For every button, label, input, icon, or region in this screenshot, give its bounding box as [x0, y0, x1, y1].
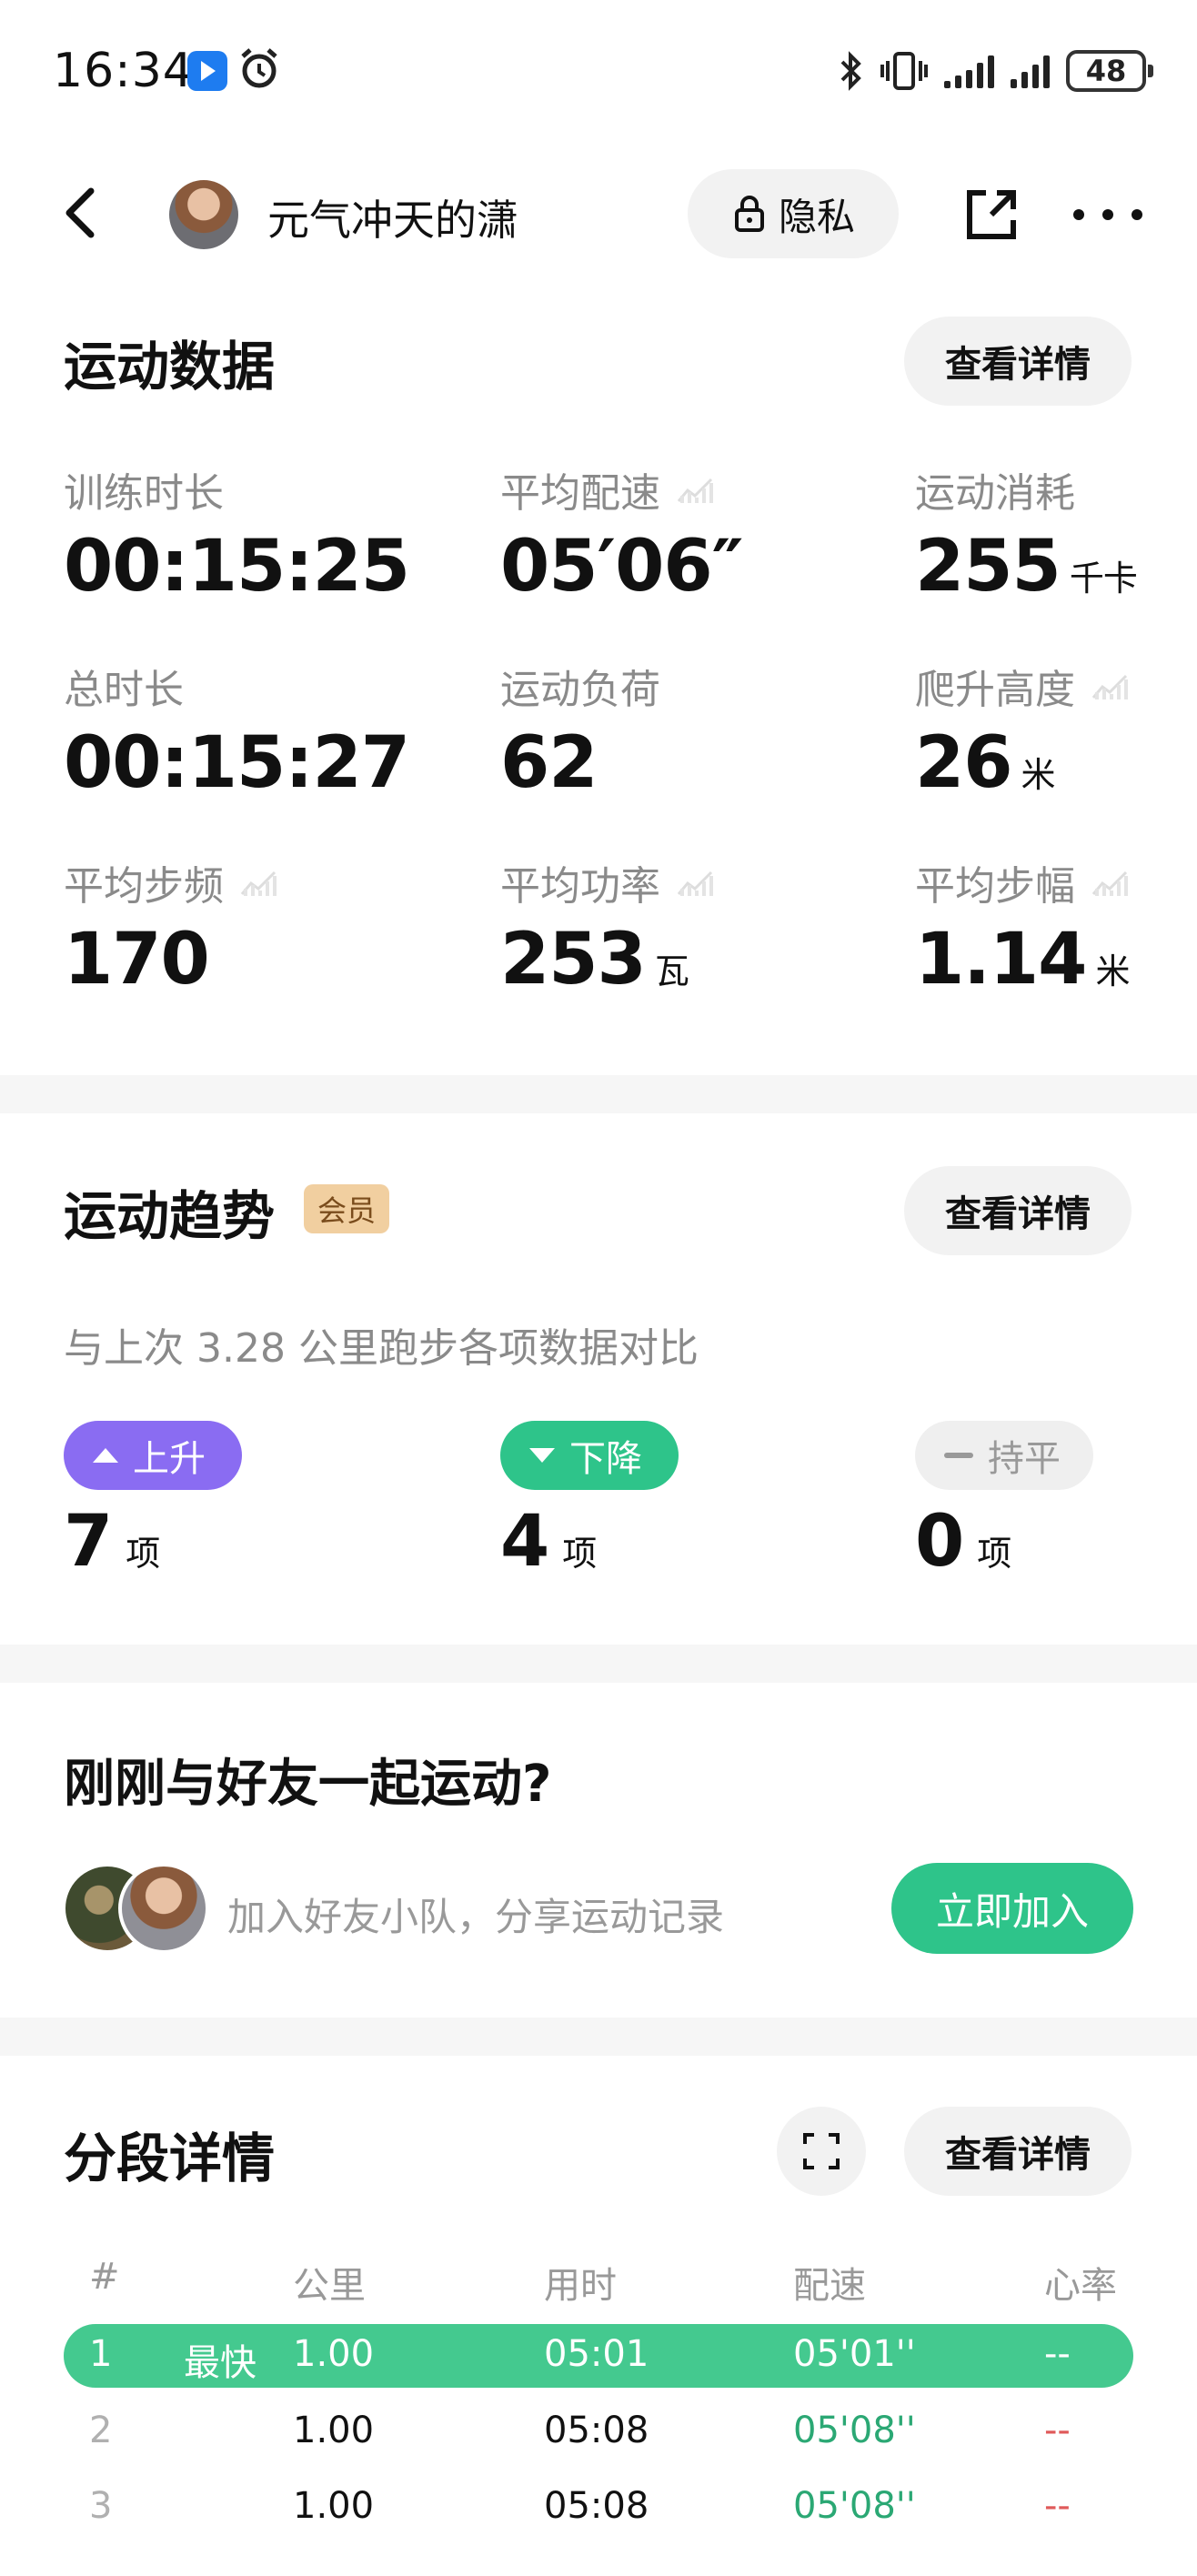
back-icon[interactable] [49, 180, 115, 246]
join-button[interactable]: 立即加入 [891, 1863, 1133, 1954]
vibrate-icon [880, 52, 928, 90]
trend-up-pill: 上升 [64, 1421, 242, 1490]
row-pace: 05'08'' [793, 2410, 916, 2451]
row-time: 05:08 [544, 2410, 649, 2451]
row-pace: 05'01'' [793, 2333, 916, 2375]
fullscreen-icon [803, 2133, 840, 2169]
minus-icon [944, 1453, 973, 1458]
row-km: 1.00 [293, 2485, 375, 2527]
sport-data-title: 运动数据 [64, 336, 276, 397]
table-row[interactable]: 1 最快 1.00 05:01 05'01'' -- [64, 2324, 1133, 2388]
column-header: 心率 [1044, 2265, 1117, 2307]
alarm-icon [241, 48, 277, 88]
row-hr: -- [1044, 2410, 1071, 2451]
signal-icon [944, 54, 994, 88]
row-hr: -- [1044, 2333, 1071, 2375]
row-time: 05:01 [544, 2333, 649, 2375]
metric-label[interactable]: 爬升高度 [915, 657, 1130, 715]
chart-trend-icon [1091, 674, 1128, 699]
metric-value: 1.14 米 [915, 919, 1130, 1001]
status-time: 16:34 [53, 44, 194, 98]
metric-label[interactable]: 平均功率 [500, 853, 715, 911]
metric-value: 170 [64, 919, 210, 1001]
metric-unit: 米 [1095, 951, 1130, 991]
metric-label[interactable]: 平均步频 [64, 853, 278, 911]
row-hr: -- [1044, 2485, 1071, 2527]
row-time: 05:08 [544, 2485, 649, 2527]
metric-value: 255 千卡 [915, 526, 1138, 608]
friends-title: 刚刚与好友一起运动? [64, 1755, 552, 1814]
section-divider [0, 1075, 1197, 1113]
bluetooth-icon [840, 51, 861, 91]
header: 元气冲天的潇 隐私 [0, 164, 1197, 264]
expand-button[interactable] [777, 2107, 866, 2196]
metric-label: 运动负荷 [500, 667, 660, 713]
arrow-down-icon [529, 1448, 555, 1463]
segments-title: 分段详情 [64, 2128, 276, 2189]
arrow-up-icon [93, 1448, 118, 1463]
metric-unit: 瓦 [654, 951, 689, 991]
fastest-badge: 最快 [184, 2342, 256, 2384]
metric-label[interactable]: 平均配速 [500, 460, 715, 518]
trend-up-count: 7项 [64, 1501, 161, 1583]
avatar[interactable] [169, 180, 238, 249]
row-km: 1.00 [293, 2333, 375, 2375]
section-divider [0, 1645, 1197, 1683]
privacy-button[interactable]: 隐私 [688, 169, 899, 258]
metric-value: 62 [500, 722, 598, 804]
vip-badge: 会员 [304, 1184, 389, 1233]
username[interactable]: 元气冲天的潇 [267, 187, 518, 247]
metric-unit: 千卡 [1069, 558, 1138, 599]
metric-value: 253 瓦 [500, 919, 689, 1001]
metric-label[interactable]: 平均步幅 [915, 853, 1130, 911]
status-bar: 16:34 48 [0, 0, 1197, 146]
row-index: 3 [89, 2485, 113, 2527]
metric-value: 26 米 [915, 722, 1056, 804]
row-km: 1.00 [293, 2410, 375, 2451]
section-divider [0, 2018, 1197, 2056]
column-header: # [89, 2256, 120, 2298]
trend-flat-count: 0项 [915, 1501, 1012, 1583]
more-icon[interactable] [1073, 204, 1142, 226]
lock-icon [734, 196, 764, 232]
column-header: 公里 [293, 2265, 366, 2307]
signal-icon [1011, 54, 1050, 88]
trend-flat-pill: 持平 [915, 1421, 1093, 1490]
segments-detail-button[interactable]: 查看详情 [904, 2107, 1132, 2196]
battery-icon: 48 [1066, 50, 1153, 92]
trend-detail-button[interactable]: 查看详情 [904, 1166, 1132, 1255]
friends-avatars [62, 1863, 213, 1954]
status-icons: 48 [839, 45, 1153, 96]
row-index: 2 [89, 2410, 113, 2451]
column-header: 用时 [544, 2265, 617, 2307]
trend-title: 运动趋势 [64, 1185, 276, 1247]
metric-unit: 米 [1021, 755, 1056, 795]
privacy-label: 隐私 [778, 194, 855, 239]
trend-description: 与上次 3.28 公里跑步各项数据对比 [64, 1325, 699, 1372]
table-row[interactable]: 2 1.00 05:08 05'08'' -- [64, 2400, 1133, 2464]
row-pace: 05'08'' [793, 2485, 916, 2527]
trend-down-pill: 下降 [500, 1421, 679, 1490]
trend-down-count: 4项 [500, 1501, 598, 1583]
share-icon[interactable] [959, 182, 1024, 247]
chart-trend-icon [1091, 870, 1128, 896]
chart-trend-icon [240, 870, 277, 896]
segments-table-header: # 公里 用时 配速 心率 [0, 2256, 1197, 2310]
table-row[interactable]: 3 1.00 05:08 05'08'' -- [64, 2476, 1133, 2540]
metric-value: 00:15:25 [64, 526, 410, 608]
metric-label: 训练时长 [64, 470, 224, 517]
app-icon [187, 51, 227, 91]
chart-trend-icon [677, 478, 713, 503]
avatar [118, 1863, 209, 1954]
sport-data-detail-button[interactable]: 查看详情 [904, 317, 1132, 406]
friends-text: 加入好友小队，分享运动记录 [227, 1895, 725, 1939]
metric-label: 总时长 [64, 667, 184, 713]
chart-trend-icon [677, 870, 713, 896]
column-header: 配速 [793, 2265, 866, 2307]
metric-label: 运动消耗 [915, 470, 1075, 517]
metric-value: 00:15:27 [64, 722, 410, 804]
row-index: 1 [89, 2333, 113, 2375]
metric-value: 05′06″ [500, 526, 744, 608]
